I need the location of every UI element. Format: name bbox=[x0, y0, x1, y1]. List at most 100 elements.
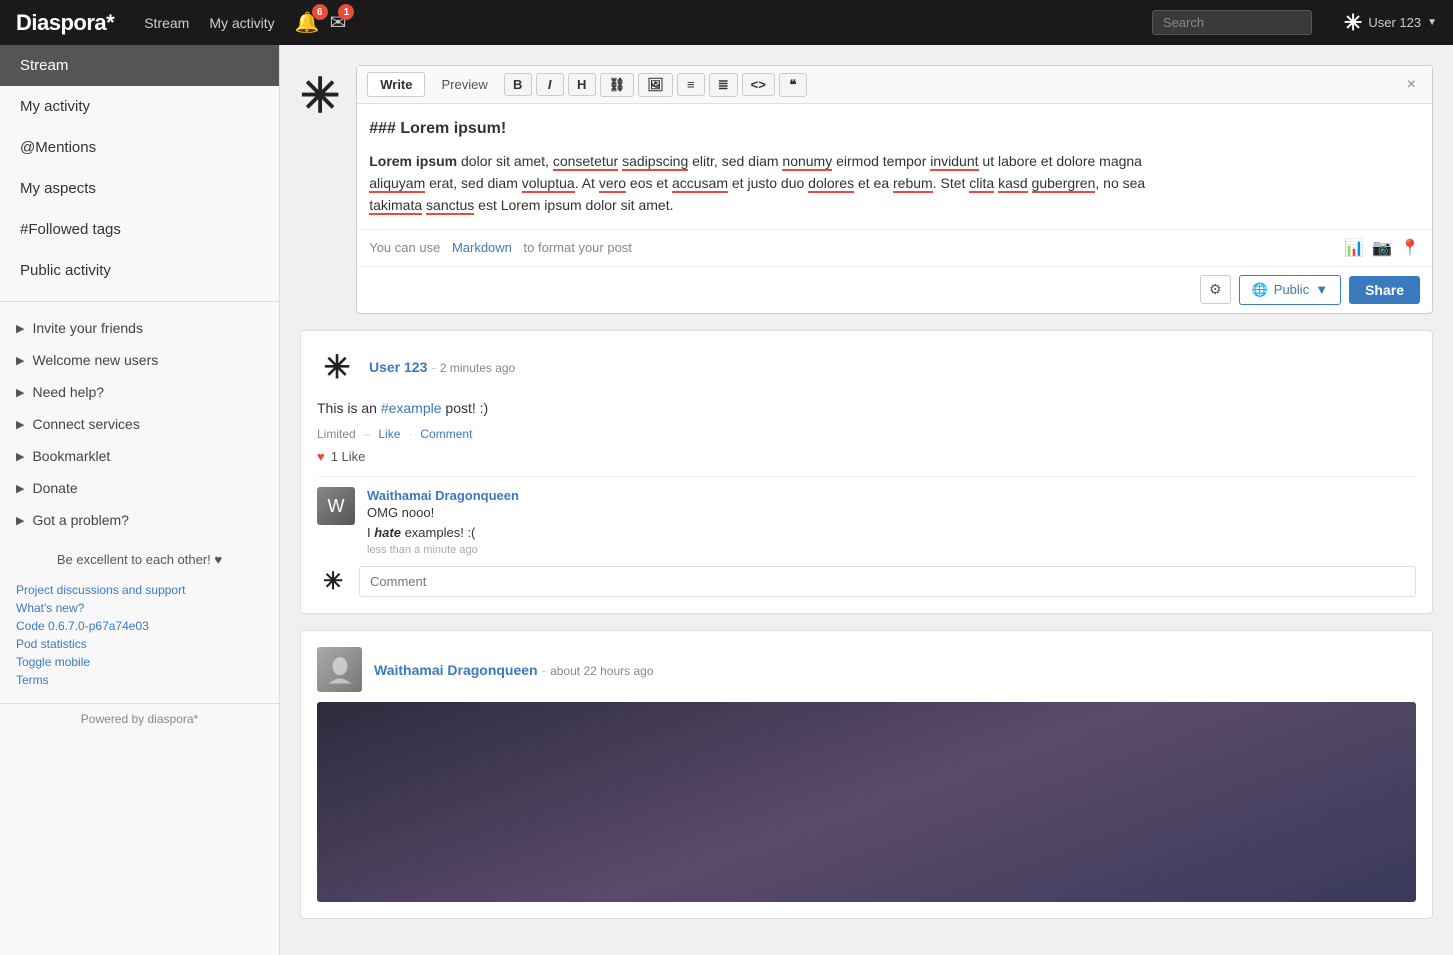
brand-logo[interactable]: Diaspora* bbox=[16, 10, 114, 36]
main-layout: Stream My activity @Mentions My aspects … bbox=[0, 45, 1453, 955]
sidebar-need-help[interactable]: ▶ Need help? bbox=[0, 376, 279, 408]
topnav: Diaspora* Stream My activity 🔔 6 ✉ 1 ✳ U… bbox=[0, 0, 1453, 45]
link-toggle-mobile[interactable]: Toggle mobile bbox=[16, 655, 263, 669]
link-project-discussions[interactable]: Project discussions and support bbox=[16, 583, 263, 597]
location-icon: 📍 bbox=[1400, 238, 1420, 258]
link-code[interactable]: Code 0.6.7.0-p67a74e03 bbox=[16, 619, 263, 633]
compose-body-text: Lorem ipsum dolor sit amet, consetetur s… bbox=[369, 150, 1420, 217]
link-button[interactable]: ⛓ bbox=[600, 73, 635, 97]
notifications-icon[interactable]: 🔔 6 bbox=[295, 10, 320, 35]
connect-services-label: Connect services bbox=[32, 416, 139, 432]
notifications-badge: 6 bbox=[312, 4, 328, 20]
arrow-icon-3: ▶ bbox=[16, 386, 24, 399]
messages-icon[interactable]: ✉ 1 bbox=[330, 10, 347, 35]
messages-badge: 1 bbox=[338, 4, 354, 20]
sidebar-item-public-activity[interactable]: Public activity bbox=[0, 250, 279, 291]
comment1-body: Waithamai Dragonqueen OMG nooo! I hate e… bbox=[367, 487, 519, 556]
post2-author-row: Waithamai Dragonqueen - about 22 hours a… bbox=[317, 647, 1416, 692]
nav-stream[interactable]: Stream bbox=[144, 15, 189, 31]
topnav-icon-group: 🔔 6 ✉ 1 bbox=[295, 10, 347, 35]
code-button[interactable]: <> bbox=[742, 73, 775, 96]
compose-box: Write Preview B I H ⛓ 🖼 ≡ ≣ bbox=[356, 65, 1433, 314]
need-help-label: Need help? bbox=[32, 384, 104, 400]
post2-avatar-svg bbox=[325, 655, 355, 685]
post1-avatar: ✳ bbox=[317, 347, 357, 387]
gear-icon: ⚙ bbox=[1209, 281, 1222, 297]
compose-public-button[interactable]: 🌐 Public ▼ bbox=[1239, 275, 1341, 305]
body-line2: aliquyam erat, sed diam voluptua. At ver… bbox=[369, 175, 1145, 193]
arrow-icon-2: ▶ bbox=[16, 354, 24, 367]
sidebar-item-my-activity[interactable]: My activity bbox=[0, 86, 279, 127]
compose-gear-button[interactable]: ⚙ bbox=[1200, 275, 1231, 304]
sidebar: Stream My activity @Mentions My aspects … bbox=[0, 45, 280, 955]
post-card-2: Waithamai Dragonqueen - about 22 hours a… bbox=[300, 630, 1433, 919]
italic-button[interactable]: I bbox=[536, 73, 564, 96]
compose-body[interactable]: ### Lorem ipsum! Lorem ipsum dolor sit a… bbox=[357, 104, 1432, 229]
image-button[interactable]: 🖼 bbox=[638, 73, 673, 97]
post2-image bbox=[317, 702, 1416, 902]
sidebar-item-followed-tags[interactable]: #Followed tags bbox=[0, 209, 279, 250]
compose-asterisk-icon: ✳ bbox=[300, 73, 340, 121]
post1-comment-link[interactable]: Comment bbox=[420, 427, 472, 441]
sidebar-footer-text: Be excellent to each other! ♥ bbox=[0, 536, 279, 575]
ol-button[interactable]: ≣ bbox=[709, 73, 738, 97]
link-terms[interactable]: Terms bbox=[16, 673, 263, 687]
comment1-text: OMG nooo! bbox=[367, 503, 519, 523]
compose-share-button[interactable]: Share bbox=[1349, 276, 1420, 304]
sidebar-donate[interactable]: ▶ Donate bbox=[0, 472, 279, 504]
post1-likes-count: 1 Like bbox=[331, 449, 366, 464]
camera-icon: 📷 bbox=[1372, 238, 1392, 258]
body-line3: takimata sanctus est Lorem ipsum dolor s… bbox=[369, 197, 673, 215]
post1-comment-input[interactable] bbox=[359, 566, 1416, 597]
compose-area: ✳ Write Preview B I H ⛓ 🖼 ≡ bbox=[300, 65, 1433, 314]
markdown-hint-text: You can use bbox=[369, 240, 440, 255]
sidebar-welcome-new-users[interactable]: ▶ Welcome new users bbox=[0, 344, 279, 376]
sidebar-item-my-aspects[interactable]: My aspects bbox=[0, 168, 279, 209]
compose-write-tab[interactable]: Write bbox=[367, 72, 425, 97]
comment1-author-name[interactable]: Waithamai Dragonqueen bbox=[367, 488, 519, 503]
markdown-link[interactable]: Markdown bbox=[452, 240, 512, 255]
post1-actions: Limited – Like · Comment bbox=[317, 427, 1416, 441]
compose-heading-text: ### Lorem ipsum! bbox=[369, 116, 1420, 142]
arrow-icon-6: ▶ bbox=[16, 482, 24, 495]
compose-toolbar: Write Preview B I H ⛓ 🖼 ≡ ≣ bbox=[357, 66, 1432, 104]
sidebar-connect-services[interactable]: ▶ Connect services bbox=[0, 408, 279, 440]
quote-button[interactable]: ❝ bbox=[779, 73, 807, 97]
image-icon: 🖼 bbox=[647, 77, 664, 92]
link-whats-new[interactable]: What's new? bbox=[16, 601, 263, 615]
post1-author[interactable]: User 123 bbox=[369, 359, 427, 375]
post1-tag[interactable]: #example bbox=[381, 400, 442, 416]
link-pod-statistics[interactable]: Pod statistics bbox=[16, 637, 263, 651]
post1-comment-input-row: ✳ bbox=[317, 566, 1416, 597]
user-menu[interactable]: ✳ User 123 ▼ bbox=[1344, 10, 1437, 36]
search-input[interactable] bbox=[1152, 10, 1312, 35]
donate-label: Donate bbox=[32, 480, 77, 496]
sidebar-invite-friends[interactable]: ▶ Invite your friends bbox=[0, 312, 279, 344]
post1-like-link[interactable]: Like bbox=[378, 427, 400, 441]
bold-button[interactable]: B bbox=[504, 73, 532, 96]
got-problem-label: Got a problem? bbox=[32, 512, 129, 528]
compose-close-button[interactable]: × bbox=[1401, 74, 1422, 96]
heading-button[interactable]: H bbox=[568, 73, 596, 96]
post2-author[interactable]: Waithamai Dragonqueen bbox=[374, 662, 538, 678]
public-caret: ▼ bbox=[1315, 282, 1328, 297]
ul-button[interactable]: ≡ bbox=[677, 73, 705, 96]
nav-my-activity[interactable]: My activity bbox=[209, 15, 274, 31]
sidebar-bookmarklet[interactable]: ▶ Bookmarklet bbox=[0, 440, 279, 472]
compose-preview-tab[interactable]: Preview bbox=[429, 73, 499, 96]
comment1-author: Waithamai Dragonqueen bbox=[367, 487, 519, 503]
compose-hint-icons: 📊 📷 📍 bbox=[1344, 238, 1420, 258]
link-icon: ⛓ bbox=[609, 77, 626, 92]
post1-likes: ♥ 1 Like bbox=[317, 449, 1416, 464]
comment1-text2: I hate examples! :( bbox=[367, 523, 519, 543]
code-icon: <> bbox=[751, 77, 766, 92]
comment-1: W Waithamai Dragonqueen OMG nooo! I hate… bbox=[317, 487, 1416, 556]
powered-by: Powered by diaspora* bbox=[0, 703, 279, 734]
post1-text: This is an #example post! :) bbox=[317, 397, 1416, 419]
sidebar-got-problem[interactable]: ▶ Got a problem? bbox=[0, 504, 279, 536]
sidebar-item-stream[interactable]: Stream bbox=[0, 45, 279, 86]
main-content: ✳ Write Preview B I H ⛓ 🖼 ≡ bbox=[280, 45, 1453, 955]
post-card-1: ✳ User 123 - 2 minutes ago This is an #e… bbox=[300, 330, 1433, 614]
sidebar-links: Project discussions and support What's n… bbox=[0, 575, 279, 695]
sidebar-item-mentions[interactable]: @Mentions bbox=[0, 127, 279, 168]
